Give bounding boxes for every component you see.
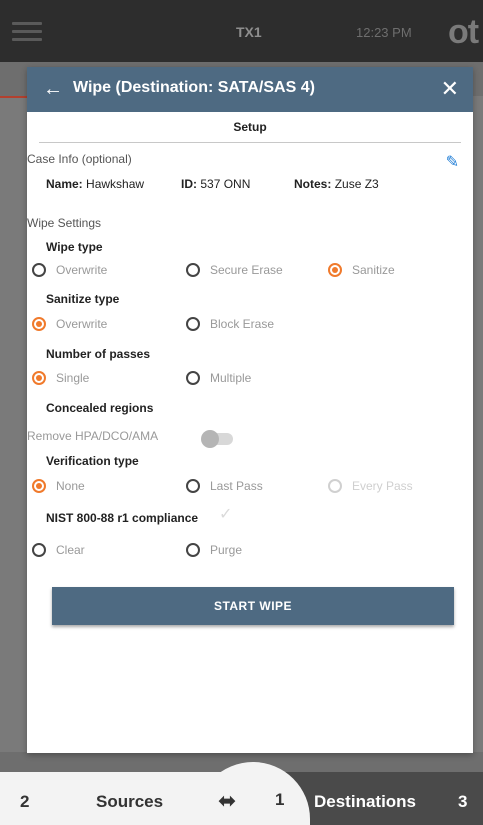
brand-logo: ot <box>448 13 479 51</box>
radio-nist-purge[interactable]: Purge <box>186 542 242 558</box>
notes-label: Notes: <box>294 177 332 191</box>
radio-icon <box>32 262 46 277</box>
background-accent-line <box>0 96 30 98</box>
sources-tab[interactable]: Sources <box>96 792 163 812</box>
device-title: TX1 <box>236 24 262 40</box>
concealed-heading: Concealed regions <box>46 401 154 415</box>
radio-icon <box>186 478 200 493</box>
radio-icon <box>186 316 200 331</box>
name-label: Name: <box>46 177 83 191</box>
edit-pencil-icon[interactable]: ✎ <box>446 152 459 172</box>
nist-heading: NIST 800-88 r1 compliance <box>46 511 199 525</box>
id-value: 537 ONN <box>200 177 251 191</box>
destinations-count: 3 <box>458 792 468 811</box>
radio-selected-icon <box>32 316 46 331</box>
sanitize-type-heading: Sanitize type <box>46 292 120 306</box>
hpa-toggle-label: Remove HPA/DCO/AMA <box>27 429 159 443</box>
radio-passes-single[interactable]: Single <box>32 370 89 386</box>
verification-heading: Verification type <box>46 454 139 468</box>
arrow-left-icon[interactable]: ← <box>43 78 63 101</box>
radio-verify-none[interactable]: None <box>32 478 85 494</box>
usb-count: 1 <box>275 790 285 809</box>
radio-selected-icon <box>32 478 46 493</box>
dialog-header: ← Wipe (Destination: SATA/SAS 4) ✕ <box>27 67 473 112</box>
notes-value: Zuse Z3 <box>334 177 379 191</box>
start-wipe-button[interactable]: START WIPE <box>52 587 454 625</box>
radio-verify-last-pass[interactable]: Last Pass <box>186 478 263 494</box>
wipe-type-heading: Wipe type <box>46 240 103 254</box>
radio-icon <box>186 370 200 385</box>
radio-wipe-overwrite[interactable]: Overwrite <box>32 262 107 278</box>
radio-disabled-icon <box>328 478 342 493</box>
close-icon[interactable]: ✕ <box>441 76 459 102</box>
radio-icon <box>32 542 46 557</box>
radio-nist-clear[interactable]: Clear <box>32 542 85 558</box>
wipe-settings-section: Wipe Settings <box>27 216 102 230</box>
case-info-section: Case Info (optional) <box>27 152 132 166</box>
clock: 12:23 PM <box>356 25 412 40</box>
passes-heading: Number of passes <box>46 347 151 361</box>
tab-divider <box>39 142 461 143</box>
name-value: Hawkshaw <box>86 177 145 191</box>
wipe-dialog: ← Wipe (Destination: SATA/SAS 4) ✕ Setup… <box>27 67 473 753</box>
tab-setup[interactable]: Setup <box>27 112 473 142</box>
radio-passes-multiple[interactable]: Multiple <box>186 370 251 386</box>
id-label: ID: <box>181 177 197 191</box>
destinations-tab[interactable]: Destinations <box>314 792 416 812</box>
radio-sanitize-overwrite[interactable]: Overwrite <box>32 316 107 332</box>
radio-wipe-sanitize[interactable]: Sanitize <box>328 262 395 278</box>
menu-icon[interactable] <box>12 22 42 42</box>
usb-icon: ⬌ <box>218 788 237 813</box>
checkmark-icon: ✓ <box>219 506 233 523</box>
radio-selected-icon <box>32 370 46 385</box>
system-topbar: TX1 12:23 PM ot <box>0 0 483 62</box>
radio-verify-every-pass[interactable]: Every Pass <box>328 478 413 494</box>
radio-sanitize-block-erase[interactable]: Block Erase <box>186 316 274 332</box>
sources-count: 2 <box>20 792 30 811</box>
hpa-dco-ama-toggle[interactable] <box>201 430 233 448</box>
radio-icon <box>186 542 200 557</box>
dialog-title: Wipe (Destination: SATA/SAS 4) <box>73 79 315 96</box>
radio-wipe-secure-erase[interactable]: Secure Erase <box>186 262 283 278</box>
radio-icon <box>186 262 200 277</box>
radio-selected-icon <box>328 262 342 277</box>
